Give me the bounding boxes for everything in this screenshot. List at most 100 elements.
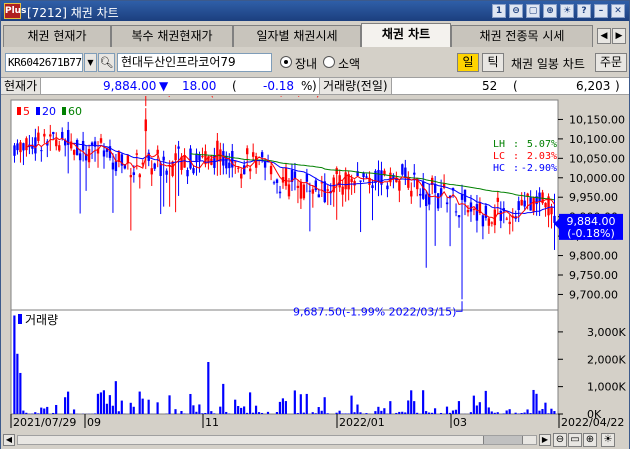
volume-bar — [168, 395, 171, 414]
price-bar-body — [371, 185, 374, 189]
bond-chart-svg[interactable]: 5 20 60 10,150.00 10,100.00 10,050.00 10,000.… — [1, 96, 629, 430]
volume-bar — [410, 390, 413, 414]
volume-bar — [284, 401, 287, 414]
search-icon[interactable]: 🔍︎ — [98, 53, 115, 72]
tab-daily-bond-quotes[interactable]: 일자별 채권시세 — [233, 25, 361, 47]
close-icon[interactable]: ✕ — [611, 4, 625, 18]
zoom-in-icon[interactable]: ⊕ — [583, 433, 597, 447]
volume-bar — [502, 413, 505, 414]
scroll-track[interactable] — [17, 435, 537, 445]
scroll-left-icon[interactable]: ◀ — [3, 434, 15, 446]
price-bar-body — [517, 201, 520, 211]
date-axis: 2021/07/29 09 11 2022/01 03 2022/04/22 — [10, 414, 624, 429]
market-radio-small[interactable] — [323, 56, 335, 68]
price-bar-body — [228, 162, 231, 169]
title-bar[interactable]: Plus [7212] 채권 차트 1 ⊖ ▢ ⊕ ☀ ? – ✕ — [1, 1, 629, 21]
price-bar-body — [111, 162, 115, 170]
period-day-button[interactable]: 일 — [457, 53, 479, 72]
help-icon[interactable]: ? — [577, 4, 591, 18]
price-tick-label: 10,150.00 — [569, 113, 625, 126]
stat-label: HC — [493, 163, 505, 174]
rate-unit: % — [301, 79, 313, 93]
scroll-thumb[interactable] — [483, 436, 523, 444]
market-radio-on[interactable] — [280, 56, 292, 68]
bond-name-field[interactable]: 현대두산인프라코어79 — [117, 53, 272, 72]
paren-open: ( — [232, 79, 237, 93]
price-bar-body — [350, 178, 353, 183]
link-number-button[interactable]: 1 — [492, 4, 506, 18]
volume-bar — [52, 412, 55, 414]
volume-pane[interactable] — [10, 309, 559, 415]
tab-bond-chart[interactable]: 채권 차트 — [361, 23, 451, 47]
zoom-out-icon[interactable]: ⊖ — [509, 4, 523, 18]
zoom-in-icon[interactable]: ⊕ — [543, 4, 557, 18]
price-bar-body — [78, 153, 82, 161]
bond-code-input[interactable]: KR6042671B77 — [5, 53, 83, 72]
zoom-out-icon[interactable]: ⊖ — [553, 433, 567, 447]
settings-icon[interactable]: ☀ — [560, 4, 574, 18]
price-bar-body — [251, 152, 255, 157]
volume-bar — [505, 410, 508, 414]
volume-bar — [484, 390, 487, 414]
price-bar-body — [377, 169, 380, 182]
volume-bar — [213, 413, 216, 414]
volume-bar — [401, 411, 404, 414]
scroll-right-icon[interactable]: ▶ — [539, 434, 551, 446]
chevron-down-icon[interactable]: ▼ — [84, 53, 97, 72]
zoom-reset-icon[interactable]: ▭ — [568, 433, 582, 447]
volume-bar — [398, 411, 401, 414]
volume-tick-label: 2,000K — [587, 353, 626, 366]
volume-bar — [174, 409, 177, 414]
price-bar-body — [550, 206, 553, 215]
volume-bar — [67, 391, 70, 414]
price-bar-body — [87, 148, 91, 163]
price-bar-body — [222, 151, 225, 166]
tab-bar: 채권 현재가 복수 채권현재가 일자별 채권시세 채권 차트 채권 전종목 시세… — [1, 23, 629, 47]
price-bar-body — [335, 168, 338, 175]
minimize-icon[interactable]: – — [594, 4, 608, 18]
price-bar-body — [49, 134, 52, 137]
tab-all-bonds-quotes[interactable]: 채권 전종목 시세 — [451, 25, 593, 47]
date-label: 2022/01 — [339, 416, 385, 429]
price-bar-body — [201, 156, 204, 158]
volume-bar — [469, 412, 472, 414]
price-bar-body — [43, 133, 46, 137]
prev-volume-value: 6,203 — [576, 79, 611, 93]
order-button[interactable]: 주문 — [595, 53, 627, 72]
price-bar-body — [272, 182, 276, 184]
chart-area[interactable]: 5 20 60 10,150.00 10,100.00 10,050.00 10,000.… — [1, 96, 629, 430]
volume-bar — [25, 412, 28, 414]
price-bar-body — [81, 140, 85, 151]
stat-sep: : — [513, 151, 519, 162]
market-on-label: 장내 — [295, 57, 318, 71]
volume-bar — [356, 404, 359, 414]
volume-bar — [323, 397, 326, 414]
volume-bar — [257, 412, 261, 414]
settings-icon[interactable]: ☀ — [601, 433, 615, 447]
volume-bar — [156, 402, 159, 414]
tab-bond-price[interactable]: 채권 현재가 — [3, 25, 111, 47]
tab-scroll-left-icon[interactable]: ◀ — [597, 28, 611, 44]
ma-legend: 5 20 60 — [17, 105, 82, 118]
price-bar-body — [454, 211, 458, 213]
price-bar-body — [469, 202, 473, 212]
paren-open-2: ( — [513, 79, 518, 93]
price-bar-body — [162, 156, 165, 161]
volume-bar — [451, 410, 455, 414]
stat-sep: : — [513, 163, 519, 174]
price-bar-body — [436, 193, 440, 209]
price-bar-body — [135, 153, 139, 155]
price-bar-body — [422, 181, 425, 199]
price-tick-label: 9,750.00 — [569, 269, 618, 282]
restore-icon[interactable]: ▢ — [526, 4, 540, 18]
volume-bar — [129, 402, 132, 414]
volume-bar — [404, 412, 407, 414]
volume-bar — [428, 412, 431, 414]
price-bar-body — [311, 189, 315, 194]
tab-scroll-right-icon[interactable]: ▶ — [612, 28, 626, 44]
price-bar-body — [365, 176, 368, 178]
volume-bar — [472, 395, 475, 414]
period-tick-button[interactable]: 틱 — [482, 53, 504, 72]
volume-bar — [296, 413, 299, 414]
tab-multi-bond-price[interactable]: 복수 채권현재가 — [111, 25, 233, 47]
